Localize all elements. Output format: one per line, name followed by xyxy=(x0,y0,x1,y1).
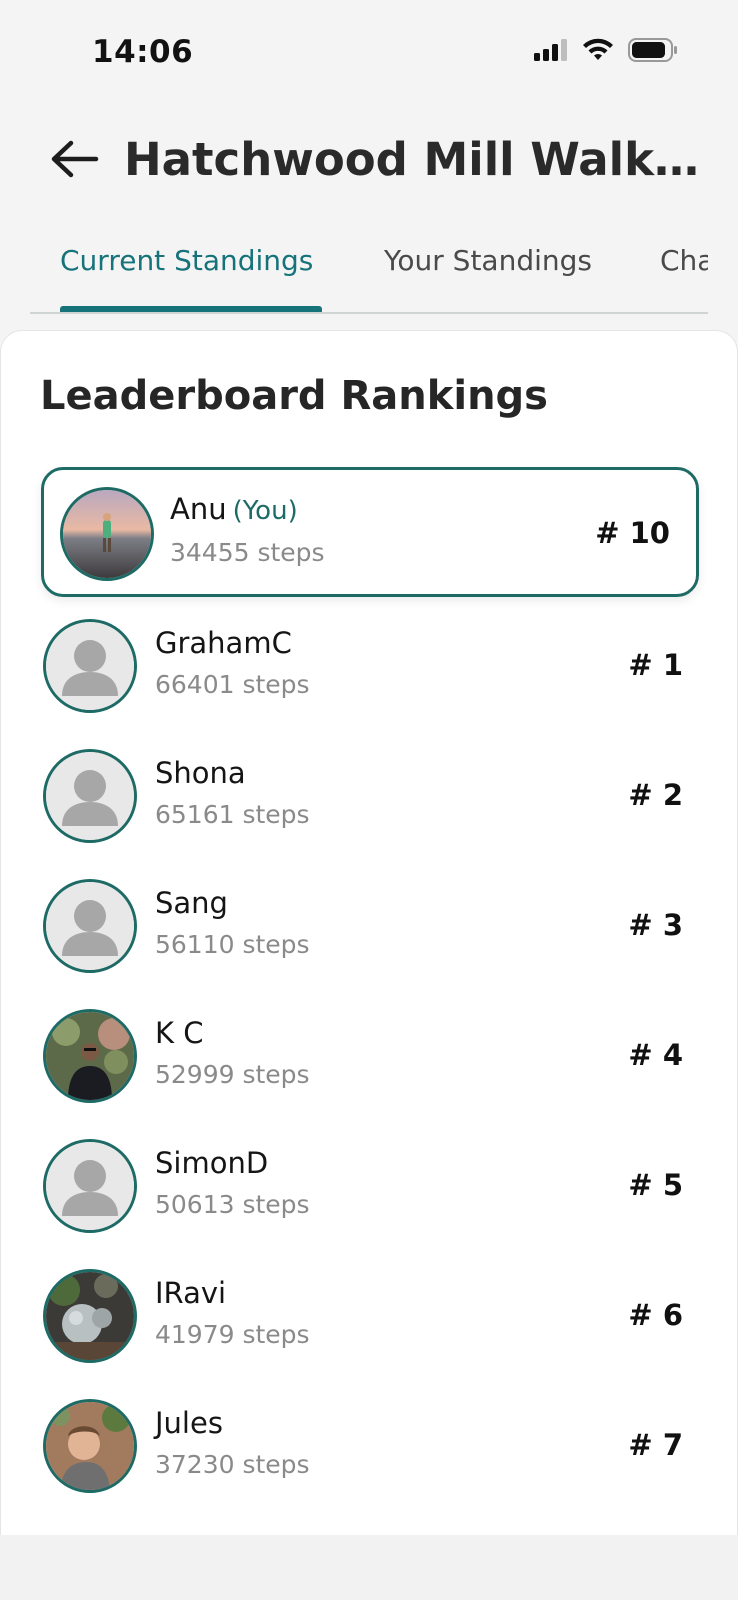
header: Hatchwood Mill Walkin... xyxy=(0,110,738,210)
signal-icon xyxy=(534,39,568,65)
avatar xyxy=(43,619,137,713)
avatar xyxy=(43,1009,137,1103)
page-title: Hatchwood Mill Walkin... xyxy=(124,133,704,186)
entry-rank: # 4 xyxy=(628,1038,683,1072)
tab-bar: Current Standings Your Standings Cha xyxy=(30,226,708,314)
selfie-photo-icon xyxy=(46,1402,134,1490)
list-item[interactable]: Shona 65161 steps # 2 xyxy=(41,744,699,874)
entry-rank: # 7 xyxy=(628,1428,683,1462)
entry-name: IRavi xyxy=(155,1276,227,1310)
active-tab-indicator xyxy=(60,306,322,312)
person-photo-icon xyxy=(46,1012,134,1100)
entry-steps: 52999 steps xyxy=(155,1060,310,1089)
garden-photo-icon xyxy=(46,1272,134,1360)
avatar xyxy=(43,879,137,973)
status-icons xyxy=(534,38,678,66)
wifi-icon xyxy=(582,38,614,66)
entry-name: SimonD xyxy=(155,1146,269,1180)
tab-current-standings[interactable]: Current Standings xyxy=(60,244,313,277)
list-item[interactable]: GrahamC 66401 steps # 1 xyxy=(41,614,699,744)
avatar xyxy=(43,1399,137,1493)
entry-rank: # 2 xyxy=(628,778,683,812)
default-avatar-icon xyxy=(46,752,134,840)
user-name: Anu (You) xyxy=(170,492,298,526)
status-time: 14:06 xyxy=(92,34,194,70)
avatar xyxy=(60,487,154,581)
user-steps: 34455 steps xyxy=(170,538,325,567)
entry-steps: 66401 steps xyxy=(155,670,310,699)
entry-rank: # 1 xyxy=(628,648,683,682)
entry-steps: 50613 steps xyxy=(155,1190,310,1219)
entry-rank: # 6 xyxy=(628,1298,683,1332)
user-name-text: Anu xyxy=(170,492,227,526)
avatar xyxy=(43,1269,137,1363)
list-item[interactable]: Sang 56110 steps # 3 xyxy=(41,874,699,1004)
entry-steps: 56110 steps xyxy=(155,930,310,959)
entry-rank: # 5 xyxy=(628,1168,683,1202)
entry-name: Sang xyxy=(155,886,228,920)
list-item[interactable]: IRavi 41979 steps # 6 xyxy=(41,1264,699,1394)
entry-name: K C xyxy=(155,1016,204,1050)
default-avatar-icon xyxy=(46,882,134,970)
entry-rank: # 3 xyxy=(628,908,683,942)
avatar xyxy=(43,749,137,843)
list-item[interactable]: Jules 37230 steps # 7 xyxy=(41,1394,699,1524)
default-avatar-icon xyxy=(46,1142,134,1230)
beach-photo-icon xyxy=(63,490,151,578)
avatar xyxy=(43,1139,137,1233)
default-avatar-icon xyxy=(46,622,134,710)
entry-name: Jules xyxy=(155,1406,223,1440)
entry-steps: 41979 steps xyxy=(155,1320,310,1349)
entry-name: Shona xyxy=(155,756,246,790)
bottom-area xyxy=(0,1535,738,1600)
leaderboard-card: Leaderboard Rankings Anu (You) 34455 ste… xyxy=(0,330,738,1536)
battery-icon xyxy=(628,38,678,66)
tab-challenge[interactable]: Cha xyxy=(660,244,708,277)
entry-steps: 65161 steps xyxy=(155,800,310,829)
list-item[interactable]: SimonD 50613 steps # 5 xyxy=(41,1134,699,1264)
current-user-row[interactable]: Anu (You) 34455 steps # 10 xyxy=(41,467,699,597)
entry-name: GrahamC xyxy=(155,626,292,660)
list-item[interactable]: K C 52999 steps # 4 xyxy=(41,1004,699,1134)
back-button[interactable] xyxy=(44,134,104,188)
entry-steps: 37230 steps xyxy=(155,1450,310,1479)
status-bar: 14:06 xyxy=(0,0,738,110)
tab-your-standings[interactable]: Your Standings xyxy=(384,244,592,277)
arrow-left-icon xyxy=(49,139,99,183)
user-rank: # 10 xyxy=(595,516,670,550)
you-label: (You) xyxy=(232,496,298,526)
section-title: Leaderboard Rankings xyxy=(40,373,548,419)
